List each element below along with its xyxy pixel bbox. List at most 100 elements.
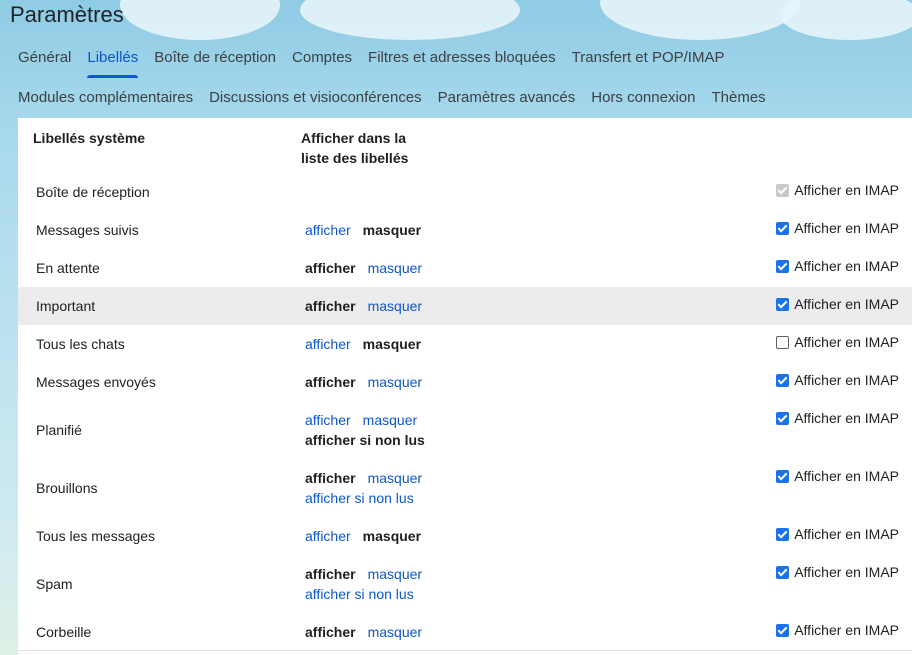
hide-option: masquer — [362, 336, 422, 352]
imap-toggle: Afficher en IMAP — [776, 182, 899, 198]
label-visibility-options: afficher masquer — [305, 372, 434, 392]
show-option: afficher — [305, 566, 356, 582]
imap-checkbox — [776, 183, 790, 197]
imap-toggle[interactable]: Afficher en IMAP — [776, 564, 899, 580]
imap-checkbox[interactable] — [776, 221, 790, 235]
imap-toggle[interactable]: Afficher en IMAP — [776, 410, 899, 426]
label-visibility-options: afficher masquer — [305, 334, 433, 354]
tab-comptes[interactable]: Comptes — [284, 38, 360, 78]
label-name: Planifié — [36, 422, 82, 438]
background-cloud — [120, 0, 280, 40]
hide-option[interactable]: masquer — [368, 298, 422, 314]
imap-label: Afficher en IMAP — [794, 468, 899, 484]
tab-filtres-et-adresses-bloquees[interactable]: Filtres et adresses bloquées — [360, 38, 564, 78]
tab-general[interactable]: Général — [0, 38, 79, 78]
show-in-list-header-line1: Afficher dans la — [301, 130, 407, 146]
show-option[interactable]: afficher — [305, 336, 351, 352]
show-in-list-header: Afficher dans la liste des libellés — [301, 128, 408, 168]
tab-hors-connexion[interactable]: Hors connexion — [583, 78, 703, 118]
label-visibility-options: afficher masquer — [305, 622, 434, 642]
label-row-important: Important afficher masquer Afficher en IMAP — [18, 287, 912, 325]
show-option: afficher — [305, 624, 356, 640]
imap-checkbox[interactable] — [776, 335, 790, 349]
imap-checkbox[interactable] — [776, 259, 790, 273]
hide-option[interactable]: masquer — [363, 412, 417, 428]
tab-themes[interactable]: Thèmes — [703, 78, 773, 118]
imap-label: Afficher en IMAP — [794, 182, 899, 198]
imap-label: Afficher en IMAP — [794, 372, 899, 388]
imap-checkbox[interactable] — [776, 297, 790, 311]
settings-tabs-row-2: Modules complémentaires Discussions et vi… — [0, 78, 912, 118]
imap-toggle[interactable]: Afficher en IMAP — [776, 296, 899, 312]
imap-label: Afficher en IMAP — [794, 334, 899, 350]
label-row-tous-les-messages: Tous les messages afficher masquer Afficher… — [18, 517, 912, 555]
show-in-list-header-line2: liste des libellés — [301, 150, 409, 166]
label-visibility-options: afficher masquer — [305, 258, 434, 278]
imap-label: Afficher en IMAP — [794, 526, 899, 542]
show-option: afficher — [305, 298, 356, 314]
label-visibility-options: afficher masquer — [305, 220, 433, 240]
imap-toggle[interactable]: Afficher en IMAP — [776, 258, 899, 274]
imap-checkbox[interactable] — [776, 527, 790, 541]
tab-discussions-et-visioconferences[interactable]: Discussions et visioconférences — [201, 78, 430, 118]
imap-toggle[interactable]: Afficher en IMAP — [776, 468, 899, 484]
show-option[interactable]: afficher — [305, 412, 351, 428]
labels-settings-panel: Libellés système Afficher dans la liste … — [18, 118, 912, 655]
imap-checkbox[interactable] — [776, 469, 790, 483]
imap-checkbox[interactable] — [776, 623, 790, 637]
label-row-tous-les-chats: Tous les chats afficher masquer Afficher en… — [18, 325, 912, 363]
hide-option[interactable]: masquer — [368, 260, 422, 276]
label-name: Tous les messages — [36, 528, 156, 544]
label-row-boite-de-reception: Boîte de réception Afficher en IMAP — [18, 173, 912, 211]
background-cloud — [780, 0, 912, 40]
label-visibility-options: afficher masquer — [305, 296, 434, 316]
label-name: Corbeille — [36, 624, 92, 640]
show-option[interactable]: afficher — [305, 222, 351, 238]
label-row-corbeille: Corbeille afficher masquer Afficher en IMAP — [18, 613, 912, 651]
imap-toggle[interactable]: Afficher en IMAP — [776, 622, 899, 638]
hide-option: masquer — [362, 222, 422, 238]
tab-libelles[interactable]: Libellés — [79, 38, 146, 78]
label-name: Spam — [36, 576, 73, 592]
page-title: Paramètres — [10, 2, 124, 27]
tab-boite-de-reception[interactable]: Boîte de réception — [146, 38, 284, 78]
show-if-unread-option: afficher si non lus — [305, 432, 425, 448]
label-visibility-options: afficher masquer afficher si non lus — [305, 410, 437, 450]
background-cloud — [600, 0, 800, 40]
label-name: Messages envoyés — [36, 374, 156, 390]
hide-option[interactable]: masquer — [368, 374, 422, 390]
hide-option[interactable]: masquer — [368, 624, 422, 640]
show-option: afficher — [305, 260, 356, 276]
imap-toggle[interactable]: Afficher en IMAP — [776, 334, 899, 350]
imap-checkbox[interactable] — [776, 411, 790, 425]
label-row-messages-envoyes: Messages envoyés afficher masquer Afficher … — [18, 363, 912, 401]
label-row-en-attente: En attente afficher masquer Afficher en IMA… — [18, 249, 912, 287]
tab-modules-complementaires[interactable]: Modules complémentaires — [0, 78, 201, 118]
imap-label: Afficher en IMAP — [794, 220, 899, 236]
imap-toggle[interactable]: Afficher en IMAP — [776, 526, 899, 542]
label-name: Messages suivis — [36, 222, 139, 238]
imap-label: Afficher en IMAP — [794, 258, 899, 274]
imap-checkbox[interactable] — [776, 565, 790, 579]
label-row-planifie: Planifié afficher masquer afficher si non l… — [18, 401, 912, 459]
imap-checkbox[interactable] — [776, 373, 790, 387]
tab-parametres-avances[interactable]: Paramètres avancés — [430, 78, 584, 118]
hide-option[interactable]: masquer — [368, 566, 422, 582]
tab-transfert-et-pop-imap[interactable]: Transfert et POP/IMAP — [564, 38, 733, 78]
label-name: Brouillons — [36, 480, 98, 496]
label-visibility-options: afficher masquer — [305, 526, 433, 546]
label-visibility-options: afficher masquer afficher si non lus — [305, 468, 434, 508]
show-if-unread-option[interactable]: afficher si non lus — [305, 490, 414, 506]
show-option[interactable]: afficher — [305, 528, 351, 544]
show-option: afficher — [305, 374, 356, 390]
imap-toggle[interactable]: Afficher en IMAP — [776, 372, 899, 388]
hide-option[interactable]: masquer — [368, 470, 422, 486]
show-option: afficher — [305, 470, 356, 486]
label-name: Tous les chats — [36, 336, 125, 352]
show-if-unread-option[interactable]: afficher si non lus — [305, 586, 414, 602]
imap-toggle[interactable]: Afficher en IMAP — [776, 220, 899, 236]
label-row-messages-suivis: Messages suivis afficher masquer Afficher e… — [18, 211, 912, 249]
imap-label: Afficher en IMAP — [794, 622, 899, 638]
label-name: En attente — [36, 260, 100, 276]
imap-label: Afficher en IMAP — [794, 564, 899, 580]
